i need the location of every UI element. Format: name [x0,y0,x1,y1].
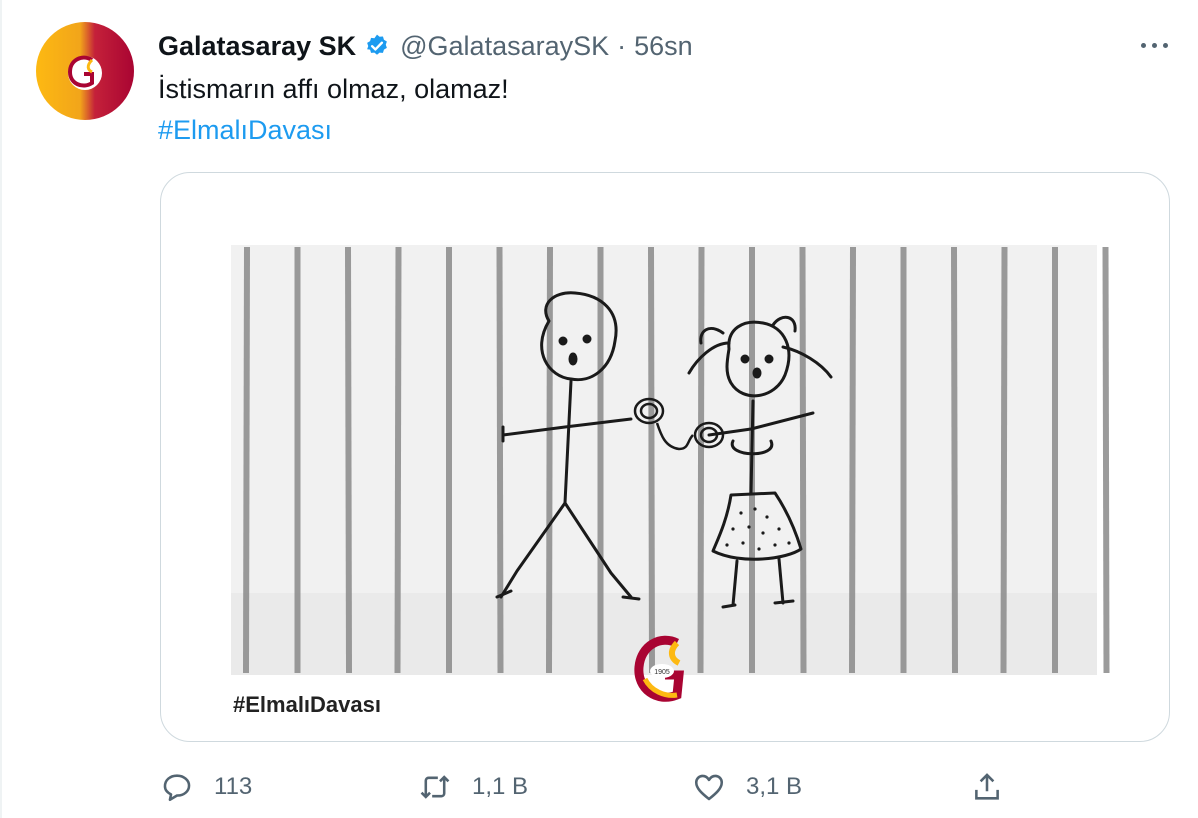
author-handle[interactable]: @GalatasaraySK [400,31,609,62]
share-button[interactable] [970,762,1004,812]
prison-bar [496,246,504,674]
reply-icon [163,774,191,802]
tweet-timestamp[interactable]: 56sn [634,31,693,62]
prison-bar [799,246,807,674]
share-icon [975,773,999,800]
prison-bar [1000,246,1008,674]
like-icon [694,774,724,801]
verified-badge-icon [367,34,387,55]
media-image: 1905 [231,245,1110,702]
author-name[interactable]: Galatasaray SK [158,31,356,62]
retweet-button[interactable]: 1,1 B [418,762,528,812]
avatar[interactable] [36,22,134,120]
reply-count: 113 [214,773,253,800]
prison-bar [1102,246,1110,674]
like-count: 3,1 B [746,773,803,800]
prison-bar [951,246,958,674]
prison-bar [345,246,352,674]
prison-bar [648,246,655,674]
reply-button[interactable]: 113 [160,762,252,812]
prison-bar [849,246,856,674]
more-options-icon[interactable] [1134,32,1174,58]
timeline-border [0,0,2,818]
galatasaray-logo-icon [36,22,134,120]
hashtag-link[interactable]: #ElmalıDavası [158,113,332,147]
tweet-header: Galatasaray SK @GalatasaraySK · 56sn [158,26,693,66]
like-button[interactable]: 3,1 B [692,762,802,812]
header-separator: · [617,30,627,61]
tweet-text: İstismarın affı olmaz, olamaz! [158,74,509,104]
retweet-icon [420,775,450,799]
prison-bar [546,246,553,674]
emblem-year: 1905 [654,669,670,676]
prison-bar [394,246,402,674]
prison-bar [243,246,250,674]
prison-bar [697,246,705,674]
action-bar: 113 1,1 B 3,1 B [0,762,1198,812]
retweet-count: 1,1 B [472,773,529,800]
media-card[interactable]: 1905 #ElmalıDavası [160,172,1170,742]
media-caption: #ElmalıDavası [233,692,381,717]
